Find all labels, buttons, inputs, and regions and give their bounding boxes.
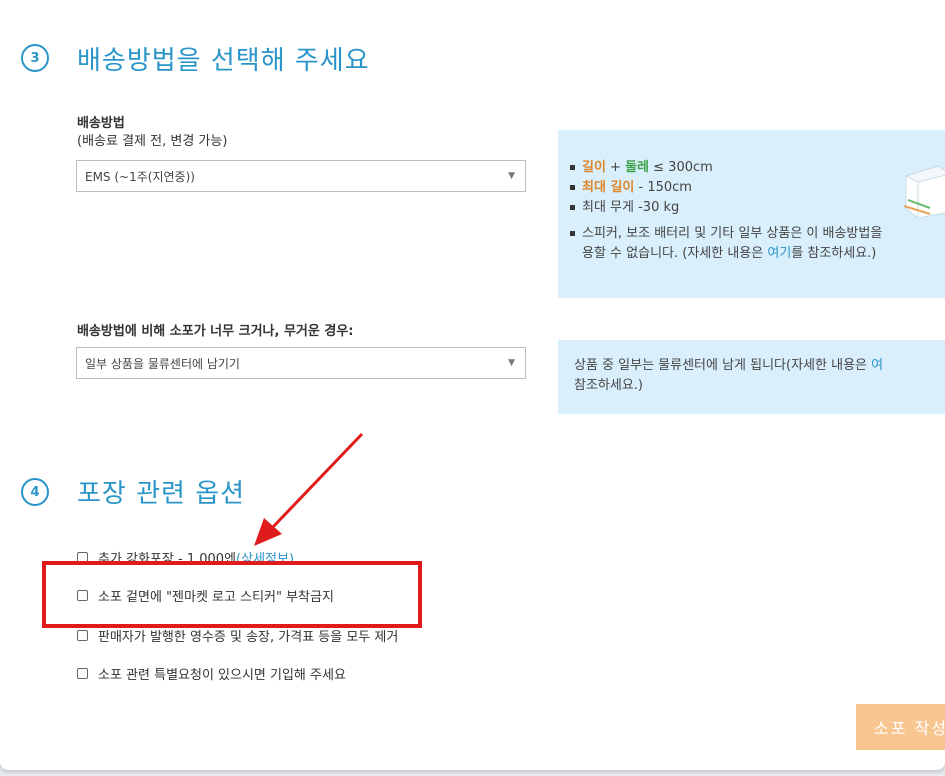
- plus-sign: +: [605, 160, 626, 175]
- note-link[interactable]: 여기: [767, 246, 791, 261]
- checkbox[interactable]: [77, 668, 88, 679]
- length-label: 길이: [582, 160, 606, 175]
- shipping-method-label-line2: (배송료 결제 전, 변경 가능): [77, 134, 228, 149]
- oversize-info-line2: 참조하세요.): [574, 378, 644, 393]
- note-line1: 스피커, 보조 배터리 및 기타 일부 상품은 이 배송방법을: [582, 226, 883, 241]
- info-max-length: 최대 길이 - 150cm: [568, 178, 945, 198]
- oversize-label: 배송방법에 비해 소포가 너무 크거나, 무거운 경우:: [77, 324, 354, 339]
- section-4-number: 4: [21, 478, 49, 506]
- parcel-box-icon: [903, 165, 945, 218]
- oversize-info-link[interactable]: 여: [871, 358, 883, 373]
- max-length-label: 최대 길이: [582, 180, 635, 195]
- create-parcel-button[interactable]: 소포 작성: [856, 704, 945, 750]
- shipping-method-select[interactable]: EMS (~1주(지연중)) ▼: [76, 160, 526, 192]
- shipping-method-label-line1: 배송방법: [77, 116, 125, 131]
- red-arrow-icon: [254, 432, 364, 546]
- oversize-info-line1: 상품 중 일부는 물류센터에 남게 됩니다(자세한 내용은: [574, 358, 872, 373]
- oversize-option-select[interactable]: 일부 상품을 물류센터에 남기기 ▼: [76, 347, 526, 379]
- oversize-option-value: 일부 상품을 물류센터에 남기기: [85, 356, 240, 371]
- girth-label: 둘레: [625, 160, 650, 175]
- info-size-limit: 길이 + 둘레 ≤ 300cm: [568, 158, 945, 178]
- section-3-number: 3: [21, 44, 49, 72]
- size-limit-value: ≤ 300cm: [649, 160, 713, 175]
- option-remove-receipts[interactable]: 판매자가 발행한 영수증 및 송장, 가격표 등을 모두 제거: [77, 626, 398, 645]
- red-highlight-box: [42, 561, 422, 628]
- checkbox[interactable]: [77, 630, 88, 641]
- shipping-method-label: 배송방법 (배송료 결제 전, 변경 가능): [77, 115, 227, 151]
- info-restriction-note: 스피커, 보조 배터리 및 기타 일부 상품은 이 배송방법을 용할 수 없습니…: [568, 224, 945, 264]
- option-special-request[interactable]: 소포 관련 특별요청이 있으시면 기입해 주세요: [77, 664, 346, 683]
- shipping-method-value: EMS (~1주(지연중)): [85, 169, 195, 184]
- info-max-weight: 최대 무게 -30 kg: [568, 198, 945, 218]
- note-line2: 용할 수 없습니다. (자세한 내용은: [582, 246, 768, 261]
- option-label: 소포 관련 특별요청이 있으시면 기입해 주세요: [98, 668, 346, 683]
- dropdown-arrow-icon: ▼: [508, 171, 515, 181]
- shipping-info-box: 길이 + 둘레 ≤ 300cm 최대 길이 - 150cm 최대 무게 -30 …: [558, 130, 945, 298]
- section-3-title: 배송방법을 선택해 주세요: [77, 46, 370, 76]
- form-card: 3 배송방법을 선택해 주세요 배송방법 (배송료 결제 전, 변경 가능) E…: [0, 0, 945, 770]
- dropdown-arrow-icon: ▼: [508, 358, 515, 368]
- section-4-title: 포장 관련 옵션: [77, 479, 246, 509]
- oversize-info-box: 상품 중 일부는 물류센터에 남게 됩니다(자세한 내용은 여 참조하세요.): [558, 340, 945, 414]
- max-length-value: - 150cm: [634, 180, 692, 195]
- option-label: 판매자가 발행한 영수증 및 송장, 가격표 등을 모두 제거: [98, 630, 399, 645]
- note-line2-end: 를 참조하세요.): [791, 246, 877, 261]
